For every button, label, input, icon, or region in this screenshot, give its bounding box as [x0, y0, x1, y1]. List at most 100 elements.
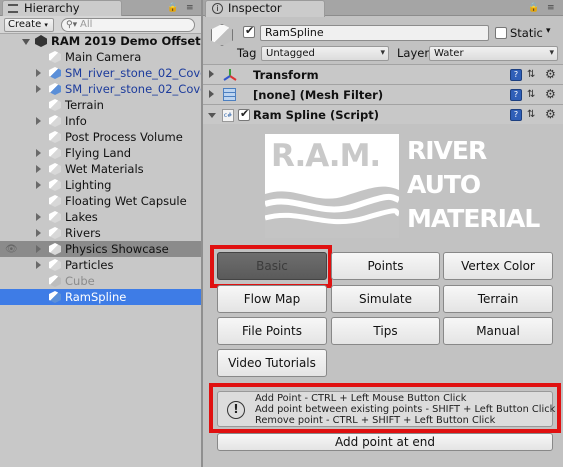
hierarchy-row[interactable]: Flying Land: [0, 145, 201, 161]
gear-icon[interactable]: ⚙: [545, 108, 556, 120]
active-checkbox[interactable]: [243, 24, 255, 38]
layer-dropdown[interactable]: Water: [429, 46, 558, 61]
ram-spline-title: Ram Spline (Script): [253, 108, 379, 122]
hierarchy-row[interactable]: Info: [0, 113, 201, 129]
ram-spline-component-header[interactable]: c# Ram Spline (Script) ? ⇅ ⚙: [203, 104, 563, 124]
video-tutorials-button[interactable]: Video Tutorials: [217, 349, 327, 377]
hierarchy-row[interactable]: Particles: [0, 257, 201, 273]
collapsed-arrow-icon[interactable]: [36, 245, 41, 253]
flow-map-button[interactable]: Flow Map: [217, 285, 327, 313]
transform-axes-icon: [223, 68, 237, 82]
hierarchy-row[interactable]: Lighting: [0, 177, 201, 193]
hierarchy-row-label: Physics Showcase: [65, 242, 169, 256]
gameobject-cube-icon: [49, 259, 61, 271]
gear-icon[interactable]: ⚙: [545, 88, 556, 100]
create-button[interactable]: Create ▾: [4, 18, 54, 32]
inspector-tab-label: Inspector: [228, 1, 282, 15]
collapsed-arrow-icon[interactable]: [36, 69, 41, 77]
collapsed-arrow-icon[interactable]: [36, 181, 41, 189]
hierarchy-row-label: Info: [65, 114, 87, 128]
hierarchy-row[interactable]: Main Camera: [0, 49, 201, 65]
tag-label: Tag: [237, 46, 257, 60]
hierarchy-search-input[interactable]: ⚲▾ All: [61, 18, 195, 32]
gameobject-cube-icon: [49, 115, 61, 127]
static-label: Static: [510, 26, 543, 40]
logo-line-auto: AUTO: [407, 170, 481, 199]
gameobject-cube-icon: [49, 243, 61, 255]
hierarchy-row[interactable]: RamSpline: [0, 289, 201, 305]
gameobject-cube-icon: [49, 51, 61, 63]
gameobject-cube-icon: [211, 24, 233, 46]
static-dropdown-icon[interactable]: ▾: [546, 26, 551, 36]
collapsed-arrow-icon[interactable]: [36, 85, 41, 93]
preset-icon[interactable]: ⇅: [527, 109, 541, 121]
hierarchy-row[interactable]: Floating Wet Capsule: [0, 193, 201, 209]
tips-button[interactable]: Tips: [331, 317, 440, 345]
hierarchy-row[interactable]: SM_river_stone_02_Cover: [0, 65, 201, 81]
preset-icon[interactable]: ⇅: [527, 89, 541, 101]
hierarchy-row-label: Rivers: [65, 226, 101, 240]
hierarchy-row-label: Terrain: [65, 98, 104, 112]
vertex-color-button[interactable]: Vertex Color: [443, 252, 553, 280]
add-point-at-end-button[interactable]: Add point at end: [217, 433, 553, 451]
hierarchy-row[interactable]: SM_river_stone_02_Cover: [0, 81, 201, 97]
collapsed-arrow-icon[interactable]: [36, 261, 41, 269]
hierarchy-row[interactable]: Rivers: [0, 225, 201, 241]
search-placeholder: All: [80, 19, 93, 30]
points-button[interactable]: Points: [331, 252, 440, 280]
hierarchy-row-label: Particles: [65, 258, 114, 272]
file-points-button[interactable]: File Points: [217, 317, 327, 345]
component-enabled-checkbox[interactable]: [238, 107, 250, 121]
search-icon: ⚲▾: [66, 20, 78, 30]
mesh-filter-component-header[interactable]: [none] (Mesh Filter) ? ⇅ ⚙: [203, 84, 563, 104]
hierarchy-row[interactable]: Terrain: [0, 97, 201, 113]
hierarchy-row[interactable]: Cube: [0, 273, 201, 289]
gameobject-cube-icon: [49, 131, 61, 143]
gameobject-cube-icon: [49, 291, 61, 303]
inspector-menu-icon[interactable]: ≡: [547, 3, 554, 13]
hierarchy-row-label: Floating Wet Capsule: [65, 194, 187, 208]
hierarchy-row[interactable]: Lakes: [0, 209, 201, 225]
gameobject-cube-icon: [49, 179, 61, 191]
static-checkbox[interactable]: [495, 27, 507, 39]
help-book-icon[interactable]: ?: [510, 69, 522, 81]
help-book-icon[interactable]: ?: [510, 89, 522, 101]
collapsed-arrow-icon[interactable]: [36, 229, 41, 237]
transform-component-header[interactable]: Transform ? ⇅ ⚙: [203, 64, 563, 84]
gear-icon[interactable]: ⚙: [545, 68, 556, 80]
tag-dropdown[interactable]: Untagged: [261, 46, 389, 61]
manual-button[interactable]: Manual: [443, 317, 553, 345]
inspector-panel: i Inspector 🔒 ≡ RamSpline Static ▾ Tag U…: [203, 0, 563, 467]
collapsed-arrow-icon[interactable]: [36, 149, 41, 157]
hierarchy-row[interactable]: Wet Materials: [0, 161, 201, 177]
hierarchy-row-label: Lakes: [65, 210, 98, 224]
terrain-button[interactable]: Terrain: [443, 285, 553, 313]
gameobject-cube-icon: [49, 163, 61, 175]
hierarchy-row-label: Post Process Volume: [65, 130, 183, 144]
lock-icon[interactable]: 🔒: [167, 3, 178, 13]
scene-root-row[interactable]: RAM 2019 Demo Offset*: [0, 33, 201, 49]
preset-icon[interactable]: ⇅: [527, 69, 541, 81]
river-waves-graphic: [265, 186, 399, 238]
simulate-button[interactable]: Simulate: [331, 285, 440, 313]
hierarchy-tab-label: Hierarchy: [24, 1, 80, 15]
tab-inspector[interactable]: i Inspector: [205, 0, 325, 17]
info-icon: i: [212, 3, 223, 14]
prefab-cube-icon: [49, 67, 61, 79]
visibility-eye-icon[interactable]: 👁: [5, 244, 18, 255]
hierarchy-list-icon: [8, 4, 18, 13]
collapsed-arrow-icon: [209, 90, 214, 98]
object-name-field[interactable]: RamSpline: [260, 25, 489, 41]
hierarchy-row[interactable]: Post Process Volume: [0, 129, 201, 145]
collapsed-arrow-icon[interactable]: [36, 117, 41, 125]
gameobject-cube-icon: [49, 275, 61, 287]
gameobject-cube-icon: [49, 211, 61, 223]
inspector-lock-icon[interactable]: 🔒: [528, 3, 539, 13]
ram-logo-badge: R.A.M.: [265, 134, 399, 238]
help-book-icon[interactable]: ?: [510, 109, 522, 121]
hierarchy-row[interactable]: Physics Showcase: [0, 241, 201, 257]
collapsed-arrow-icon[interactable]: [36, 213, 41, 221]
collapsed-arrow-icon[interactable]: [36, 165, 41, 173]
tab-hierarchy[interactable]: Hierarchy: [2, 0, 122, 17]
panel-menu-icon[interactable]: ≡: [186, 3, 193, 13]
